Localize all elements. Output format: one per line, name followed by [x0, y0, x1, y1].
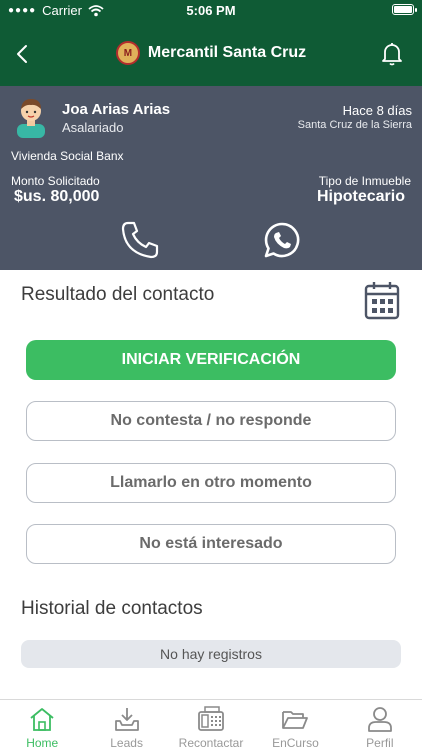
- home-icon: [30, 708, 54, 731]
- tab-encurso-label: EnCurso: [272, 736, 319, 750]
- amount-label: Monto Solicitado: [11, 174, 100, 188]
- client-avatar: [17, 99, 45, 138]
- client-name: Joa Arias Arias: [62, 101, 171, 118]
- bell-icon[interactable]: [380, 40, 404, 68]
- whatsapp-icon[interactable]: [263, 221, 301, 259]
- start-verification-button[interactable]: INICIAR VERIFICACIÓN: [26, 340, 396, 380]
- brand-name: Mercantil Santa Cruz: [147, 44, 307, 61]
- client-summary-panel: Joa Arias Arias Asalariado Hace 8 días S…: [0, 86, 422, 270]
- tab-perfil-label: Perfil: [366, 736, 394, 750]
- call-later-button[interactable]: Llamarlo en otro momento: [26, 463, 396, 503]
- folder-open-icon: [282, 711, 309, 729]
- brand: M Mercantil Santa Cruz: [0, 41, 422, 65]
- contact-result-title: Resultado del contacto: [21, 284, 215, 305]
- tab-recontactar-label: Recontactar: [178, 736, 244, 750]
- tab-home[interactable]: Home: [0, 700, 84, 751]
- user-icon: [367, 707, 392, 732]
- tab-encurso[interactable]: EnCurso: [253, 700, 337, 751]
- client-role: Asalariado: [62, 120, 124, 135]
- contact-history-title: Historial de contactos: [21, 598, 203, 619]
- inbox-download-icon: [114, 708, 139, 731]
- client-city: Santa Cruz de la Sierra: [297, 119, 412, 131]
- tab-leads-label: Leads: [110, 736, 143, 750]
- tab-recontactar[interactable]: Recontactar: [169, 700, 253, 751]
- calendar-icon[interactable]: [364, 280, 400, 320]
- nav-bar: M Mercantil Santa Cruz: [0, 22, 422, 86]
- no-answer-button[interactable]: No contesta / no responde: [26, 401, 396, 441]
- property-type-label: Tipo de Inmueble: [318, 174, 411, 188]
- battery-icon: [392, 4, 417, 15]
- not-interested-button[interactable]: No está interesado: [26, 524, 396, 564]
- bank-logo: M: [115, 41, 140, 65]
- property-type-value: Hipotecario: [316, 188, 405, 205]
- empty-history-notice: No hay registros: [21, 640, 401, 668]
- clock: 5:06 PM: [186, 3, 236, 18]
- status-bar: ●●●● Carrier 5:06 PM: [0, 0, 422, 22]
- time-ago: Hace 8 días: [342, 103, 412, 118]
- product-name: Vivienda Social Banx: [11, 149, 124, 163]
- phone-icon[interactable]: [119, 219, 161, 261]
- tab-leads[interactable]: Leads: [84, 700, 168, 751]
- fax-phone-icon: [198, 706, 224, 731]
- amount-value: $us. 80,000: [14, 188, 100, 205]
- tab-bar: Home Leads Recontactar EnCurso Perfil: [0, 699, 422, 751]
- tab-home-label: Home: [26, 736, 59, 750]
- tab-perfil[interactable]: Perfil: [338, 700, 422, 751]
